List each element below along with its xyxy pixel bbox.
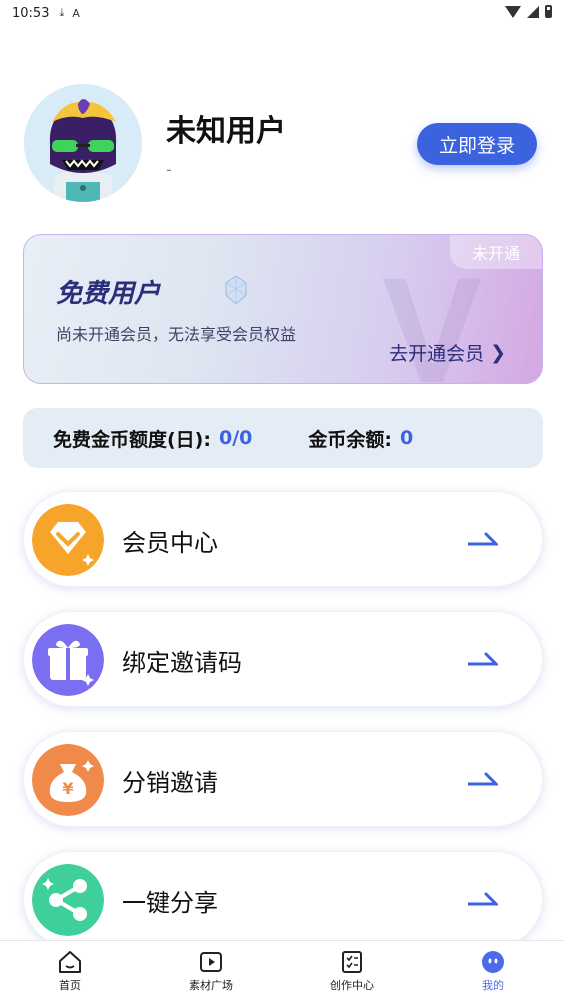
nav-label: 创作中心 bbox=[330, 979, 374, 992]
menu-label: 一键分享 bbox=[122, 889, 218, 917]
signal-icon bbox=[527, 5, 539, 18]
status-bar: 10:53 ⤓ A bbox=[0, 0, 564, 26]
open-vip-link[interactable]: 去开通会员 ❯ bbox=[389, 339, 506, 366]
menu-label: 绑定邀请码 bbox=[122, 649, 242, 677]
status-icons bbox=[505, 5, 552, 18]
daily-coin-value: 0/0 bbox=[218, 427, 253, 449]
gift-icon bbox=[32, 624, 104, 696]
wifi-icon bbox=[505, 5, 521, 18]
download-icon: ⤓ bbox=[59, 6, 65, 19]
coin-balance-label: 金币余额: bbox=[308, 428, 392, 451]
user-subtitle: - bbox=[166, 160, 172, 179]
svg-text:¥: ¥ bbox=[62, 779, 73, 798]
nav-label: 素材广场 bbox=[189, 979, 233, 992]
nav-item-material-square[interactable]: 素材广场 bbox=[171, 949, 251, 993]
diamond-icon bbox=[32, 504, 104, 576]
checklist-icon bbox=[342, 951, 362, 973]
arrow-right-icon bbox=[468, 772, 498, 786]
nav-item-mine[interactable]: 我的 bbox=[453, 949, 533, 993]
chevron-right-icon: ❯ bbox=[490, 341, 506, 364]
menu-label: 分销邀请 bbox=[122, 769, 218, 797]
vip-description: 尚未开通会员，无法享受会员权益 bbox=[56, 325, 297, 344]
arrow-right-icon bbox=[468, 892, 498, 906]
login-button[interactable]: 立即登录 bbox=[417, 123, 537, 165]
nav-item-home[interactable]: 首页 bbox=[30, 949, 110, 993]
vip-status-badge: 未开通 bbox=[450, 235, 542, 269]
vip-title: 免费用户 bbox=[56, 279, 161, 309]
avatar[interactable] bbox=[24, 84, 142, 202]
arrow-right-icon bbox=[468, 652, 498, 666]
daily-coin-label: 免费金币额度(日): bbox=[53, 428, 211, 451]
nav-label: 首页 bbox=[59, 979, 81, 992]
menu-item-bind-invite-code[interactable]: 绑定邀请码 bbox=[23, 611, 543, 707]
nav-label: 我的 bbox=[482, 979, 504, 992]
menu-item-vip-center[interactable]: 会员中心 bbox=[23, 491, 543, 587]
coin-bar: 免费金币额度(日): 0/0 金币余额: 0 bbox=[23, 408, 543, 468]
menu-item-distribution-invite[interactable]: ¥ 分销邀请 bbox=[23, 731, 543, 827]
avatar-monster-icon bbox=[24, 84, 142, 202]
open-vip-label: 去开通会员 bbox=[389, 343, 485, 365]
coin-balance-value: 0 bbox=[399, 427, 414, 449]
username: 未知用户 bbox=[166, 114, 286, 149]
bottom-nav: 首页 素材广场 创作中心 我的 bbox=[0, 940, 564, 1004]
video-icon bbox=[200, 952, 222, 972]
vip-card[interactable]: V 未开通 免费用户 尚未开通会员，无法享受会员权益 去开通会员 ❯ bbox=[23, 234, 543, 384]
gem-icon bbox=[225, 275, 247, 305]
status-time: 10:53 bbox=[12, 5, 50, 21]
money-bag-icon: ¥ bbox=[32, 744, 104, 816]
nav-item-creation-center[interactable]: 创作中心 bbox=[312, 949, 392, 993]
profile-face-icon bbox=[482, 951, 504, 973]
menu-label: 会员中心 bbox=[122, 529, 218, 557]
battery-icon bbox=[545, 5, 552, 18]
home-icon bbox=[59, 951, 81, 973]
share-icon bbox=[32, 864, 104, 936]
menu-item-one-click-share[interactable]: 一键分享 bbox=[23, 851, 543, 947]
arrow-right-icon bbox=[468, 532, 498, 546]
a-icon: A bbox=[72, 6, 80, 20]
